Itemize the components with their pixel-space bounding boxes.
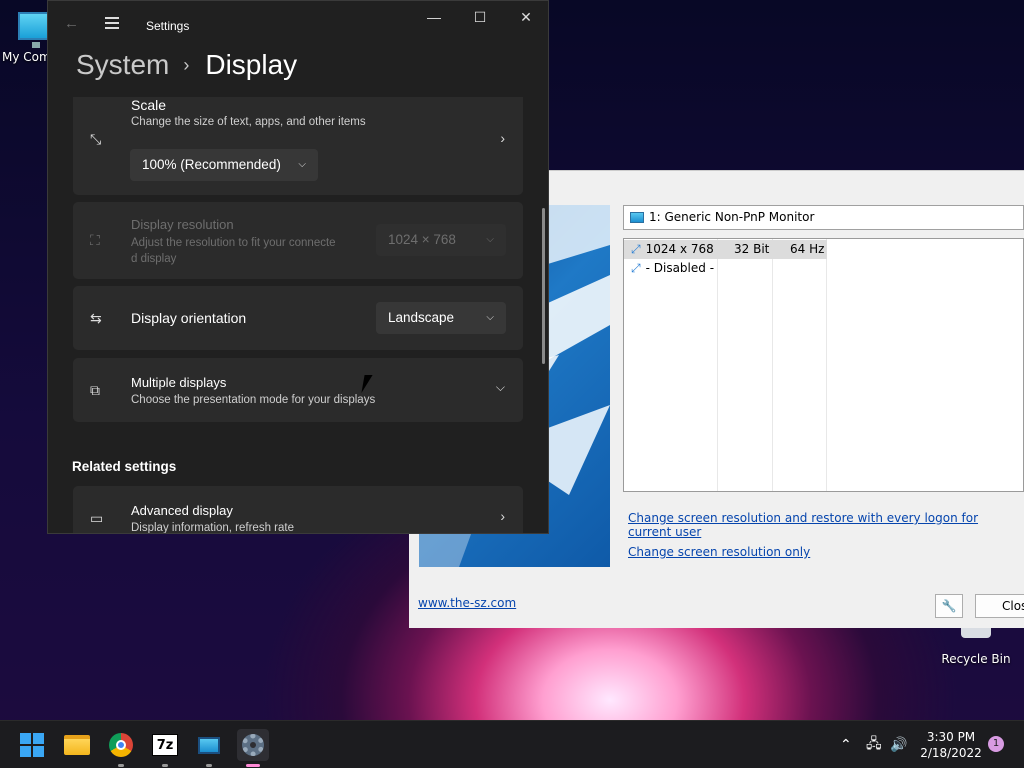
folder-icon [64,735,90,755]
qres-button[interactable] [193,729,225,767]
monitor-select-value: 1: Generic Non-PnP Monitor [649,210,815,224]
scale-dropdown[interactable]: 100% (Recommended) ⌵ [130,149,318,181]
mode-list[interactable]: ⤢ 1024 x 768 32 Bit 64 Hz ⤢ - Disabled - [623,238,1024,492]
mode-resolution: 1024 x 768 [645,242,714,256]
clock-time: 3:30 PM [926,730,976,744]
resolution-dropdown-value: 1024 × 768 [388,232,456,247]
network-icon[interactable]: 🖧 [866,721,882,768]
resolution-subtitle-line2: d display [131,253,177,265]
monitor-select[interactable]: 1: Generic Non-PnP Monitor [623,205,1024,230]
sevenzip-icon: 7z [152,734,178,756]
advanced-display-title: Advanced display [131,503,233,518]
title-bar: ← Settings — ☐ ✕ [48,1,548,49]
orientation-dropdown-value: Landscape [388,310,455,325]
start-button[interactable] [16,729,48,761]
clock[interactable]: 3:30 PM 2/18/2022 [918,729,984,761]
page-title: Display [205,49,298,80]
chevron-down-icon: ⌵ [486,234,494,245]
scale-subtitle: Change the size of text, apps, and other… [131,116,366,128]
scale-icon: ⤡ [90,131,102,147]
clock-date: 2/18/2022 [920,746,982,760]
mode-frequency: 64 Hz [790,242,825,256]
multiple-displays-subtitle: Choose the presentation mode for your di… [131,394,376,406]
display-resolution-card: ⛶ Display resolution Adjust the resoluti… [73,202,523,279]
maximize-icon[interactable]: ☐ [468,9,492,27]
chevron-up-icon[interactable]: ⌃ [840,721,852,768]
resolution-dropdown: 1024 × 768 ⌵ [376,224,506,256]
resolution-icon: ⛶ [90,232,100,248]
orientation-icon: ⇆ [90,310,102,326]
display-orientation-card: ⇆ Display orientation Landscape ⌵ [73,286,523,350]
file-explorer-button[interactable] [61,729,93,761]
monitor-icon [198,736,220,754]
mode-list-item[interactable]: ⤢ - Disabled - [624,259,827,278]
close-button[interactable]: Close [975,594,1024,618]
resolution-subtitle-line1: Adjust the resolution to fit your connec… [131,237,336,249]
breadcrumb-system[interactable]: System [76,49,169,81]
website-link[interactable]: www.the-sz.com [418,596,516,610]
resolution-icon: ⤢ [631,242,641,256]
chrome-button[interactable] [105,729,137,767]
multiple-displays-icon: ⧉ [90,382,100,398]
scale-title: Scale [131,97,167,113]
close-icon[interactable]: ✕ [514,9,538,27]
notification-badge[interactable]: 1 [988,736,1004,752]
settings-tool-button[interactable]: 🔧 [935,594,963,618]
mode-resolution: - Disabled - [645,261,715,275]
advanced-display-card[interactable]: ▭ Advanced display Display information, … [73,486,523,534]
sevenzip-button[interactable]: 7z [149,729,181,767]
chevron-down-icon: ⌵ [298,159,306,170]
chevron-right-icon: › [183,54,190,75]
recycle-bin-label: Recycle Bin [941,652,1011,666]
laptop-icon: ▭ [90,510,104,526]
orientation-dropdown[interactable]: Landscape ⌵ [376,302,506,334]
volume-icon[interactable]: 🔊 [890,721,907,768]
back-arrow-icon[interactable]: ← [64,15,79,32]
link-restore-every-logon[interactable]: Change screen resolution and restore wit… [628,511,1024,539]
settings-window: ← Settings — ☐ ✕ System › Display ⤡ Scal… [47,0,549,534]
orientation-title: Display orientation [131,310,247,326]
multiple-displays-card[interactable]: ⧉ Multiple displays Choose the presentat… [73,358,523,422]
link-change-resolution-only[interactable]: Change screen resolution only [628,545,810,559]
hamburger-menu-icon[interactable] [105,17,119,29]
gear-icon [242,734,264,756]
scale-dropdown-value: 100% (Recommended) [142,157,281,172]
chevron-down-icon: ⌵ [486,312,494,323]
related-settings-heading: Related settings [72,459,177,474]
monitor-icon [630,212,644,223]
windows-logo-icon [20,733,44,757]
scrollbar[interactable] [542,208,545,364]
advanced-display-subtitle: Display information, refresh rate [131,522,294,534]
chevron-right-icon: › [500,508,505,524]
minimize-icon[interactable]: — [422,9,446,27]
mode-list-item[interactable]: ⤢ 1024 x 768 32 Bit 64 Hz [624,240,827,259]
settings-button[interactable] [237,729,269,767]
window-title: Settings [146,19,190,33]
taskbar: 7z ⌃ 🖧 🔊 3:30 PM 2/18/2022 [0,720,1024,768]
multiple-displays-title: Multiple displays [131,375,227,390]
resolution-title: Display resolution [131,217,234,232]
scale-card[interactable]: ⤡ Scale Change the size of text, apps, a… [73,97,523,195]
wrench-icon: 🔧 [941,599,957,613]
mode-depth: 32 Bit [734,242,770,256]
chevron-down-icon: ⌵ [495,380,505,394]
chevron-right-icon: › [500,130,505,146]
chrome-icon [109,733,133,757]
resolution-icon: ⤢ [631,261,641,275]
breadcrumb: System › Display [76,49,297,81]
